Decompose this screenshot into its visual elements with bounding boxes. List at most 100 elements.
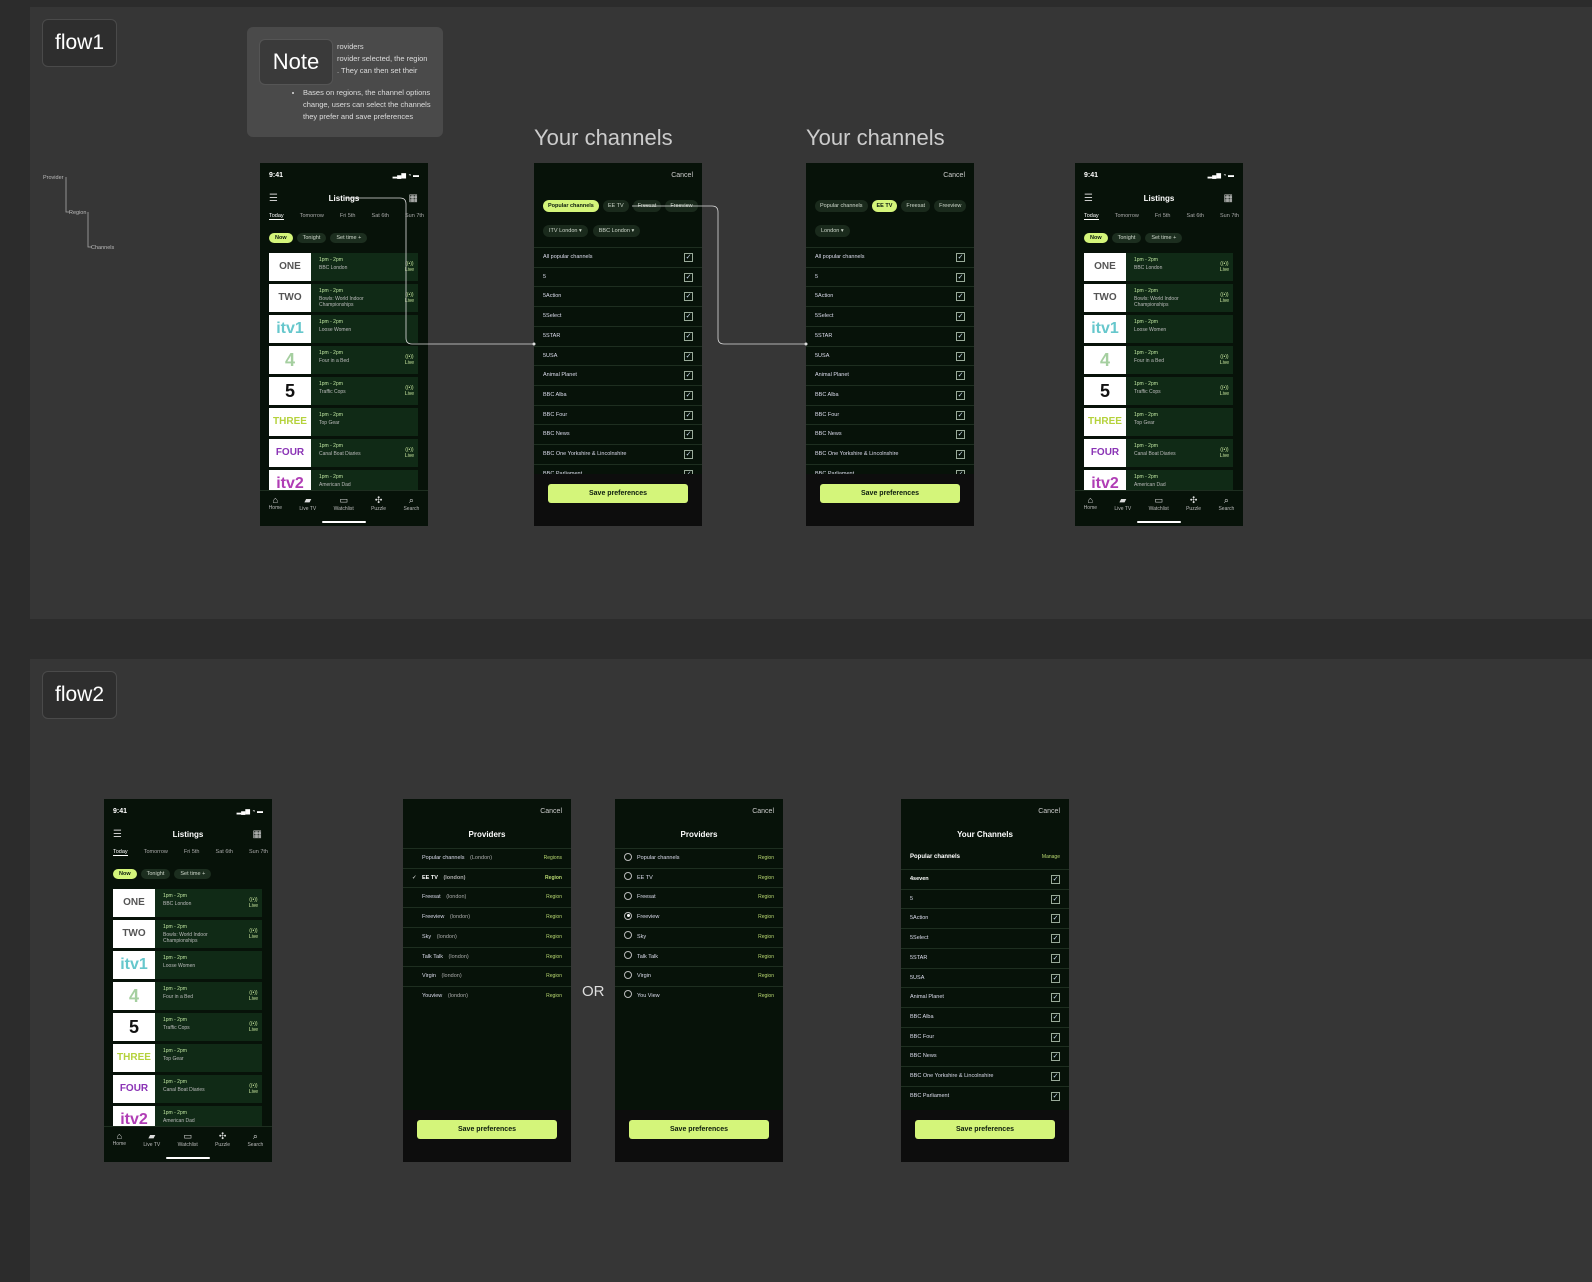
radio-icon[interactable] — [624, 931, 632, 940]
provider-row[interactable]: Popular channels Region — [615, 848, 783, 868]
channel-row[interactable]: BBC One Yorkshire & Lincolnshire ✓ — [901, 1066, 1069, 1086]
provider-chip-2[interactable]: Freesat — [901, 200, 931, 212]
channel-row[interactable]: 5USA ✓ — [534, 345, 702, 366]
channel-row[interactable]: 5USA ✓ — [806, 345, 974, 366]
listing-row[interactable]: THREE 1pm - 2pm Top Gear — [113, 1044, 262, 1072]
tab-day-3[interactable]: Sat 6th — [1187, 213, 1204, 220]
save-button[interactable]: Save preferences — [915, 1120, 1055, 1139]
save-button[interactable]: Save preferences — [820, 484, 960, 503]
provider-chip-1[interactable]: EE TV — [602, 200, 629, 212]
provider-row[interactable]: Sky Region — [615, 926, 783, 947]
channel-row[interactable]: BBC Four ✓ — [806, 404, 974, 425]
channel-row[interactable]: BBC News ✓ — [534, 424, 702, 444]
provider-row[interactable]: EE TV Region — [615, 867, 783, 888]
nav-item-3[interactable]: ✣ Puzzle — [371, 495, 386, 526]
tab-day-0[interactable]: Today — [1084, 213, 1099, 220]
listing-row[interactable]: 4 1pm - 2pm Four in a Bed ((•)) Live — [269, 346, 418, 374]
check-icon[interactable]: ✓ — [684, 351, 693, 361]
check-icon[interactable]: ✓ — [956, 331, 965, 341]
channel-row[interactable]: All popular channels ✓ — [534, 247, 702, 267]
manage-link[interactable]: Manage — [1042, 854, 1060, 860]
check-icon[interactable]: ✓ — [684, 430, 693, 440]
provider-row[interactable]: Popular channels (London) Regions — [403, 848, 571, 868]
check-icon[interactable]: ✓ — [1051, 1032, 1060, 1042]
region-link[interactable]: Region — [546, 908, 562, 927]
channel-row[interactable]: BBC Four ✓ — [534, 404, 702, 425]
check-icon[interactable]: ✓ — [956, 351, 965, 361]
time-chip-2[interactable]: Set time + — [330, 233, 368, 243]
region-dropdown-1[interactable]: BBC London ▾ — [592, 225, 641, 237]
listing-row[interactable]: TWO 1pm - 2pm Bowls: World Indoor Champi… — [1084, 284, 1233, 312]
nav-item-0[interactable]: ⌂ Home — [1084, 495, 1097, 526]
provider-row[interactable]: Sky (london) Region — [403, 926, 571, 947]
region-link[interactable]: Region — [758, 908, 774, 927]
channel-row[interactable]: BBC One Yorkshire & Lincolnshire ✓ — [534, 444, 702, 464]
tab-day-1[interactable]: Tomorrow — [1115, 213, 1139, 220]
provider-row[interactable]: Freeview (london) Region — [403, 907, 571, 927]
save-button[interactable]: Save preferences — [629, 1120, 769, 1139]
check-icon[interactable]: ✓ — [956, 292, 965, 302]
check-icon[interactable]: ✓ — [684, 410, 693, 420]
check-icon[interactable]: ✓ — [684, 292, 693, 302]
tab-day-1[interactable]: Tomorrow — [300, 213, 324, 220]
tab-day-2[interactable]: Fri 5th — [1155, 213, 1171, 220]
channel-row[interactable]: BBC Alba ✓ — [901, 1006, 1069, 1027]
provider-chip-1[interactable]: EE TV — [871, 200, 898, 212]
tab-day-0[interactable]: Today — [269, 213, 284, 220]
check-icon[interactable]: ✓ — [956, 312, 965, 322]
time-chip-0[interactable]: Now — [113, 869, 137, 879]
check-icon[interactable]: ✓ — [956, 410, 965, 420]
grid-icon[interactable]: ▦ — [409, 193, 418, 204]
provider-chip-0[interactable]: Popular channels — [815, 200, 868, 212]
provider-chip-2[interactable]: Freesat — [632, 200, 662, 212]
radio-icon[interactable] — [624, 911, 632, 920]
check-icon[interactable]: ✓ — [1051, 875, 1060, 884]
region-link[interactable]: Region — [758, 948, 774, 967]
radio-icon[interactable] — [624, 852, 632, 861]
region-dropdown-0[interactable]: London ▾ — [815, 225, 850, 237]
region-link[interactable]: Region — [758, 928, 774, 947]
provider-row[interactable]: Virgin (london) Region — [403, 966, 571, 986]
listing-row[interactable]: 5 1pm - 2pm Traffic Cops ((•)) Live — [1084, 377, 1233, 405]
check-icon[interactable]: ✓ — [1051, 894, 1060, 904]
region-link[interactable]: Region — [758, 849, 774, 868]
grid-icon[interactable]: ▦ — [253, 829, 262, 840]
grid-icon[interactable]: ▦ — [1224, 193, 1233, 204]
channel-row[interactable]: All popular channels ✓ — [806, 247, 974, 267]
time-chip-1[interactable]: Tonight — [140, 869, 171, 879]
channel-row[interactable]: Animal Planet ✓ — [806, 365, 974, 385]
channel-row[interactable]: 5 ✓ — [901, 888, 1069, 909]
listing-row[interactable]: ONE 1pm - 2pm BBC London ((•)) Live — [269, 253, 418, 281]
provider-row[interactable]: Talk Talk (london) Region — [403, 946, 571, 967]
channel-row[interactable]: 5STAR ✓ — [806, 325, 974, 346]
region-link[interactable]: Region — [546, 987, 562, 1006]
nav-item-4[interactable]: ⌕ Search — [247, 1131, 263, 1162]
listing-row[interactable]: itv1 1pm - 2pm Loose Women — [1084, 315, 1233, 343]
region-link[interactable]: Region — [758, 987, 774, 1006]
region-link[interactable]: Regions — [544, 849, 562, 868]
tab-day-3[interactable]: Sat 6th — [216, 849, 233, 856]
listing-row[interactable]: 4 1pm - 2pm Four in a Bed ((•)) Live — [1084, 346, 1233, 374]
check-icon[interactable]: ✓ — [1051, 993, 1060, 1003]
time-chip-2[interactable]: Set time + — [1145, 233, 1183, 243]
cancel-button[interactable]: Cancel — [752, 808, 774, 815]
channel-row[interactable]: BBC Alba ✓ — [534, 384, 702, 405]
provider-row[interactable]: Youview (london) Region — [403, 985, 571, 1006]
nav-item-1[interactable]: ▰ Live TV — [299, 495, 316, 526]
check-icon[interactable]: ✓ — [1051, 953, 1060, 963]
radio-icon[interactable] — [624, 951, 632, 960]
check-icon[interactable]: ✓ — [956, 272, 965, 282]
radio-icon[interactable] — [624, 970, 632, 979]
listing-row[interactable]: 5 1pm - 2pm Traffic Cops ((•)) Live — [113, 1013, 262, 1041]
tab-day-4[interactable]: Sun 7th — [1220, 213, 1239, 220]
nav-item-3[interactable]: ✣ Puzzle — [215, 1131, 230, 1162]
listing-row[interactable]: TWO 1pm - 2pm Bowls: World Indoor Champi… — [113, 920, 262, 948]
check-icon[interactable]: ✓ — [956, 371, 965, 381]
listing-row[interactable]: FOUR 1pm - 2pm Canal Boat Diaries ((•)) L… — [269, 439, 418, 467]
check-icon[interactable]: ✓ — [1051, 1052, 1060, 1062]
tab-day-2[interactable]: Fri 5th — [184, 849, 200, 856]
region-link[interactable]: Region — [758, 888, 774, 907]
tab-day-4[interactable]: Sun 7th — [405, 213, 424, 220]
channel-row[interactable]: 4seven ✓ — [901, 869, 1069, 889]
check-icon[interactable]: ✓ — [684, 272, 693, 282]
